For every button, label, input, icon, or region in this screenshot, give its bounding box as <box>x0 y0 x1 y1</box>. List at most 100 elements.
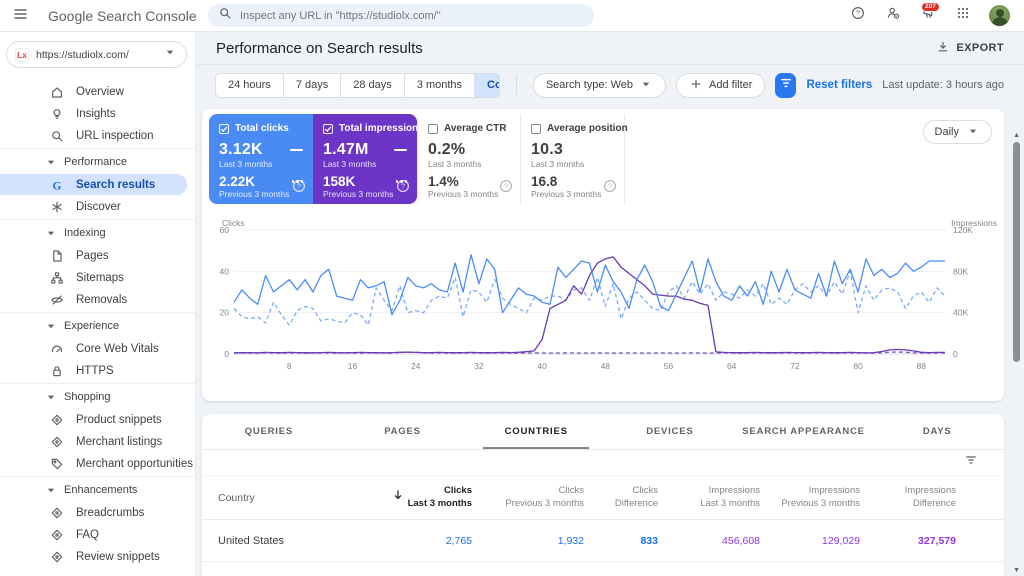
gsc-logo[interactable]: Google Search Console <box>40 6 196 25</box>
tab-days[interactable]: DAYS <box>870 414 1004 449</box>
table-row[interactable]: Canada1871236423,1545,46317,691 <box>202 562 1004 576</box>
scroll-down-icon[interactable]: ▼ <box>1013 567 1020 574</box>
url-inspect-search[interactable] <box>208 4 594 27</box>
date-range-28-days[interactable]: 28 days <box>341 74 405 97</box>
manage-accounts-icon[interactable] <box>884 7 902 25</box>
dimensions-table-card: QUERIESPAGESCOUNTRIESDEVICESSEARCH APPEA… <box>202 414 1004 576</box>
plus-icon <box>689 77 703 94</box>
sidebar-item-review-snippets[interactable]: Review snippets <box>0 546 187 567</box>
add-filter-chip[interactable]: Add filter <box>676 73 765 98</box>
help-icon[interactable]: ? <box>603 179 617 198</box>
date-range-24-hours[interactable]: 24 hours <box>216 74 284 97</box>
metric-tile-average-position[interactable]: Average position10.3Last 3 months16.8Pre… <box>521 114 625 204</box>
announcements-icon[interactable]: 207 <box>919 7 937 25</box>
sidebar-section: ShoppingProduct snippetsMerchant listing… <box>0 383 195 474</box>
column-header-country[interactable]: Country <box>202 492 354 504</box>
value-cell: 1,932 <box>472 535 584 547</box>
svg-text:20: 20 <box>220 308 230 318</box>
app-title: Google Search Console <box>48 8 197 24</box>
filter-bar: 24 hours7 days28 days3 monthsCompare Sea… <box>196 65 1024 105</box>
sidebar-item-product-snippets[interactable]: Product snippets <box>0 409 187 430</box>
snippet-icon <box>50 413 64 427</box>
date-range-7-days[interactable]: 7 days <box>284 74 341 97</box>
table-row[interactable]: United States2,7651,932833456,608129,029… <box>202 520 1004 562</box>
snippet-icon <box>50 550 64 564</box>
scrollbar-thumb[interactable] <box>1013 142 1020 362</box>
sidebar-item-search-results[interactable]: GSearch results <box>0 174 187 195</box>
vertical-scrollbar[interactable]: ▲ ▼ <box>1011 100 1021 574</box>
performance-chart-card: Total clicks3.12KLast 3 months2.22KPrevi… <box>202 109 1004 401</box>
tab-pages[interactable]: PAGES <box>336 414 470 449</box>
sidebar-item-url-inspection[interactable]: URL inspection <box>0 125 187 146</box>
metric-tile-total-impressions[interactable]: Total impressions1.47MLast 3 months158KP… <box>313 114 417 204</box>
checkbox-unchecked-icon[interactable] <box>531 124 541 134</box>
sidebar-item-discover[interactable]: Discover <box>0 196 187 217</box>
solid-line-key <box>394 149 407 152</box>
pages-icon <box>50 249 64 263</box>
property-url: https://studiolx.com/ <box>36 49 156 61</box>
sidebar-item-overview[interactable]: Overview <box>0 81 187 102</box>
column-header-clicks-previous-3-months[interactable]: ClicksPrevious 3 months <box>472 485 584 511</box>
value-cell: 456,608 <box>658 535 760 547</box>
tab-devices[interactable]: DEVICES <box>603 414 737 449</box>
sidebar-item-insights[interactable]: Insights <box>0 103 187 124</box>
help-icon[interactable]: ? <box>292 179 306 198</box>
column-header-clicks-difference[interactable]: ClicksDifference <box>584 485 658 511</box>
sidebar-section-header-indexing[interactable]: Indexing <box>0 222 195 244</box>
avatar[interactable] <box>989 5 1010 26</box>
sidebar-item-faq[interactable]: FAQ <box>0 524 187 545</box>
vitals-icon <box>50 342 64 356</box>
sidebar-section-header-shopping[interactable]: Shopping <box>0 386 195 408</box>
column-header-clicks-last-3-months[interactable]: ClicksLast 3 months <box>354 485 472 511</box>
sidebar-item-https[interactable]: HTTPS <box>0 360 187 381</box>
metric-tile-total-clicks[interactable]: Total clicks3.12KLast 3 months2.22KPrevi… <box>209 114 313 204</box>
property-selector[interactable]: Lx https://studiolx.com/ <box>6 41 187 68</box>
column-header-impressions-previous-3-months[interactable]: ImpressionsPrevious 3 months <box>760 485 860 511</box>
sidebar-item-pages[interactable]: Pages <box>0 245 187 266</box>
sidebar-section-header-enhancements[interactable]: Enhancements <box>0 479 195 501</box>
date-range-compare[interactable]: Compare <box>475 74 500 97</box>
svg-text:40: 40 <box>537 361 547 371</box>
value-cell: 2,765 <box>354 535 472 547</box>
sidebar-section-header-performance[interactable]: Performance <box>0 151 195 173</box>
search-type-chip[interactable]: Search type: Web <box>533 73 666 98</box>
help-icon[interactable]: ? <box>396 179 410 198</box>
sidebar-section-header-experience[interactable]: Experience <box>0 315 195 337</box>
value-cell: 327,579 <box>860 535 956 547</box>
tab-countries[interactable]: COUNTRIES <box>469 414 603 449</box>
scroll-up-icon[interactable]: ▲ <box>1013 132 1020 139</box>
reset-filters-link[interactable]: Reset filters <box>806 79 872 91</box>
checkbox-checked-icon[interactable] <box>219 124 229 134</box>
svg-text:G: G <box>53 180 62 192</box>
page-title: Performance on Search results <box>216 40 423 57</box>
funnel-icon <box>779 76 793 95</box>
svg-text:72: 72 <box>790 361 800 371</box>
sidebar-item-breadcrumbs[interactable]: Breadcrumbs <box>0 502 187 523</box>
tab-queries[interactable]: QUERIES <box>202 414 336 449</box>
table-filter-icon[interactable] <box>964 453 978 472</box>
date-range-3-months[interactable]: 3 months <box>405 74 475 97</box>
svg-text:64: 64 <box>727 361 737 371</box>
sidebar-item-merchant-listings[interactable]: Merchant listings <box>0 431 187 452</box>
export-button[interactable]: EXPORT <box>936 40 1004 57</box>
filter-toggle-button[interactable] <box>775 73 796 98</box>
sidebar-item-merchant-opportunities[interactable]: Merchant opportunities <box>0 453 187 474</box>
column-header-impressions-last-3-months[interactable]: ImpressionsLast 3 months <box>658 485 760 511</box>
search-icon <box>50 129 64 143</box>
sidebar-item-sitemaps[interactable]: Sitemaps <box>0 267 187 288</box>
metric-tile-average-ctr[interactable]: Average CTR0.2%Last 3 months1.4%Previous… <box>417 114 521 204</box>
sidebar-item-core-web-vitals[interactable]: Core Web Vitals <box>0 338 187 359</box>
main-content: Performance on Search results EXPORT 24 … <box>196 32 1024 576</box>
url-inspect-input[interactable] <box>240 10 584 22</box>
checkbox-unchecked-icon[interactable] <box>428 124 438 134</box>
hamburger-menu-icon[interactable] <box>0 0 40 32</box>
svg-text:48: 48 <box>601 361 611 371</box>
checkbox-checked-icon[interactable] <box>323 124 333 134</box>
sidebar-item-removals[interactable]: Removals <box>0 289 187 310</box>
column-header-impressions-difference[interactable]: ImpressionsDifference <box>860 485 956 511</box>
granularity-dropdown[interactable]: Daily <box>923 120 992 144</box>
google-apps-icon[interactable] <box>954 7 972 25</box>
help-icon[interactable]: ? <box>849 7 867 25</box>
tab-search-appearance[interactable]: SEARCH APPEARANCE <box>737 414 871 449</box>
help-icon[interactable]: ? <box>499 179 513 198</box>
